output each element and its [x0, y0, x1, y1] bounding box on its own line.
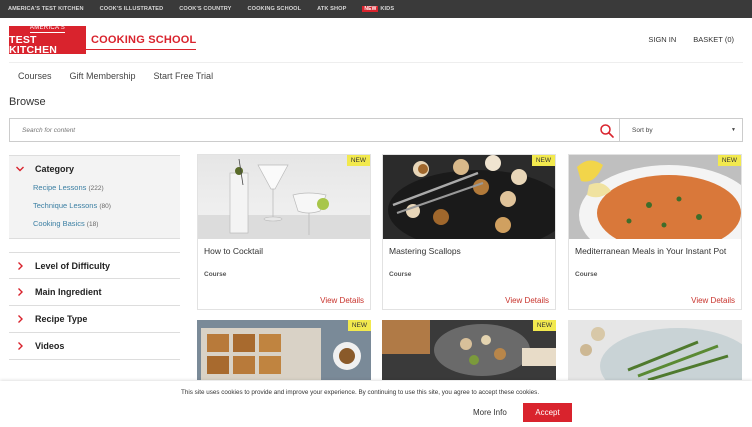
filter-label: Videos	[35, 341, 65, 351]
topbar-link-cooks-illustrated[interactable]: COOK'S ILLUSTRATED	[100, 6, 164, 12]
logo-box: AMERICA'S TEST KITCHEN	[9, 24, 86, 56]
search-icon[interactable]	[599, 123, 615, 139]
main-nav: Courses Gift Membership Start Free Trial	[9, 62, 743, 88]
sheet-pan-illustration	[382, 320, 556, 380]
course-type: Course	[389, 271, 412, 278]
search-input[interactable]	[10, 126, 570, 134]
new-badge: NEW	[346, 155, 370, 166]
new-badge: NEW	[531, 155, 555, 166]
course-card-mediterranean[interactable]: NEW Mediterranean Meals in Your Instant …	[568, 154, 742, 310]
bars-illustration	[197, 320, 371, 380]
topbar-link-kids[interactable]: NEW KIDS	[362, 6, 394, 12]
category-header[interactable]: Category	[9, 162, 180, 176]
category-panel: Category Recipe Lessons (222) Technique …	[9, 155, 180, 239]
chevron-right-icon	[18, 315, 23, 323]
cookie-banner: This site uses cookies to provide and im…	[0, 381, 752, 427]
category-item-label: Cooking Basics	[33, 219, 85, 228]
category-title: Category	[35, 164, 75, 174]
sort-label: Sort by	[632, 126, 653, 134]
course-title[interactable]: Mastering Scallops	[383, 239, 555, 269]
course-image: NEW	[383, 155, 555, 239]
cocktail-illustration	[198, 158, 370, 239]
filter-sidebar: Category Recipe Lessons (222) Technique …	[9, 155, 180, 360]
green-beans-illustration	[568, 320, 742, 380]
filter-recipe-type[interactable]: Recipe Type	[9, 306, 180, 333]
kids-new-tag: NEW	[362, 6, 379, 12]
sort-select[interactable]: Sort by ▼	[620, 118, 743, 142]
search-box	[9, 118, 620, 142]
page-title: Browse	[9, 96, 46, 108]
category-item-recipe-lessons[interactable]: Recipe Lessons (222)	[9, 181, 180, 194]
topbar-link-atk-shop[interactable]: ATK SHOP	[317, 6, 346, 12]
view-details-link[interactable]: View Details	[691, 296, 735, 305]
cooking-school-logo[interactable]: AMERICA'S TEST KITCHEN COOKING SCHOOL	[9, 24, 197, 56]
filter-level-of-difficulty[interactable]: Level of Difficulty	[9, 252, 180, 279]
category-item-technique-lessons[interactable]: Technique Lessons (80)	[9, 199, 180, 212]
filter-label: Main Ingredient	[35, 287, 102, 297]
course-card-row2-1[interactable]: NEW	[197, 320, 371, 380]
course-card-cocktail[interactable]: NEW How to Cocktail Course View Details	[197, 154, 371, 310]
topbar-link-cooking-school[interactable]: COOKING SCHOOL	[248, 6, 302, 12]
course-card-row2-3[interactable]	[568, 320, 742, 380]
course-title[interactable]: How to Cocktail	[198, 239, 370, 269]
course-title[interactable]: Mediterranean Meals in Your Instant Pot	[569, 239, 741, 269]
logo-school-text: COOKING SCHOOL	[86, 34, 197, 50]
nav-courses[interactable]: Courses	[18, 71, 52, 81]
more-info-link[interactable]: More Info	[473, 408, 507, 417]
course-card-row2-2[interactable]: NEW	[382, 320, 556, 380]
topbar-link-cooks-country[interactable]: COOK'S COUNTRY	[179, 6, 231, 12]
filter-label: Level of Difficulty	[35, 260, 111, 271]
top-site-bar: AMERICA'S TEST KITCHEN COOK'S ILLUSTRATE…	[0, 0, 752, 18]
new-badge: NEW	[347, 320, 371, 331]
chevron-right-icon	[18, 342, 23, 350]
caret-down-icon: ▼	[731, 127, 736, 133]
site-header: AMERICA'S TEST KITCHEN COOKING SCHOOL SI…	[0, 18, 752, 62]
course-type: Course	[575, 271, 598, 278]
topbar-link-atk[interactable]: AMERICA'S TEST KITCHEN	[8, 6, 84, 12]
nav-gift-membership[interactable]: Gift Membership	[70, 71, 136, 81]
filter-videos[interactable]: Videos	[9, 333, 180, 360]
new-badge: NEW	[717, 155, 741, 166]
filter-label: Recipe Type	[35, 314, 88, 324]
account-links: SIGN IN BASKET (0)	[648, 35, 734, 44]
course-type: Course	[204, 271, 227, 278]
search-row: Sort by ▼	[9, 118, 743, 142]
course-image: NEW	[198, 155, 370, 239]
nav-start-free-trial[interactable]: Start Free Trial	[154, 71, 214, 81]
scallops-illustration	[388, 155, 555, 239]
category-item-label: Recipe Lessons	[33, 183, 87, 192]
logo-top-text: AMERICA'S	[29, 24, 66, 33]
sign-in-link[interactable]: SIGN IN	[648, 35, 676, 44]
logo-main-text: TEST KITCHEN	[9, 33, 58, 56]
cookie-message: This site uses cookies to provide and im…	[181, 389, 540, 396]
category-item-cooking-basics[interactable]: Cooking Basics (18)	[9, 217, 180, 230]
view-details-link[interactable]: View Details	[505, 296, 549, 305]
chevron-down-icon	[16, 166, 24, 172]
course-image: NEW	[569, 155, 741, 239]
category-item-count: (222)	[88, 185, 104, 192]
kids-label: KIDS	[380, 6, 395, 12]
category-item-count: (80)	[99, 203, 111, 210]
basket-link[interactable]: BASKET (0)	[693, 35, 734, 44]
chevron-right-icon	[18, 288, 23, 296]
chevron-right-icon	[18, 261, 23, 270]
filter-main-ingredient[interactable]: Main Ingredient	[9, 279, 180, 306]
category-item-count: (18)	[86, 221, 99, 228]
view-details-link[interactable]: View Details	[320, 296, 364, 305]
rice-dish-illustration	[569, 155, 741, 239]
new-badge: NEW	[532, 320, 556, 331]
category-item-label: Technique Lessons	[33, 201, 98, 210]
course-card-scallops[interactable]: NEW Mastering Scallops Course View Detai…	[382, 154, 556, 310]
accept-cookies-button[interactable]: Accept	[523, 403, 572, 422]
